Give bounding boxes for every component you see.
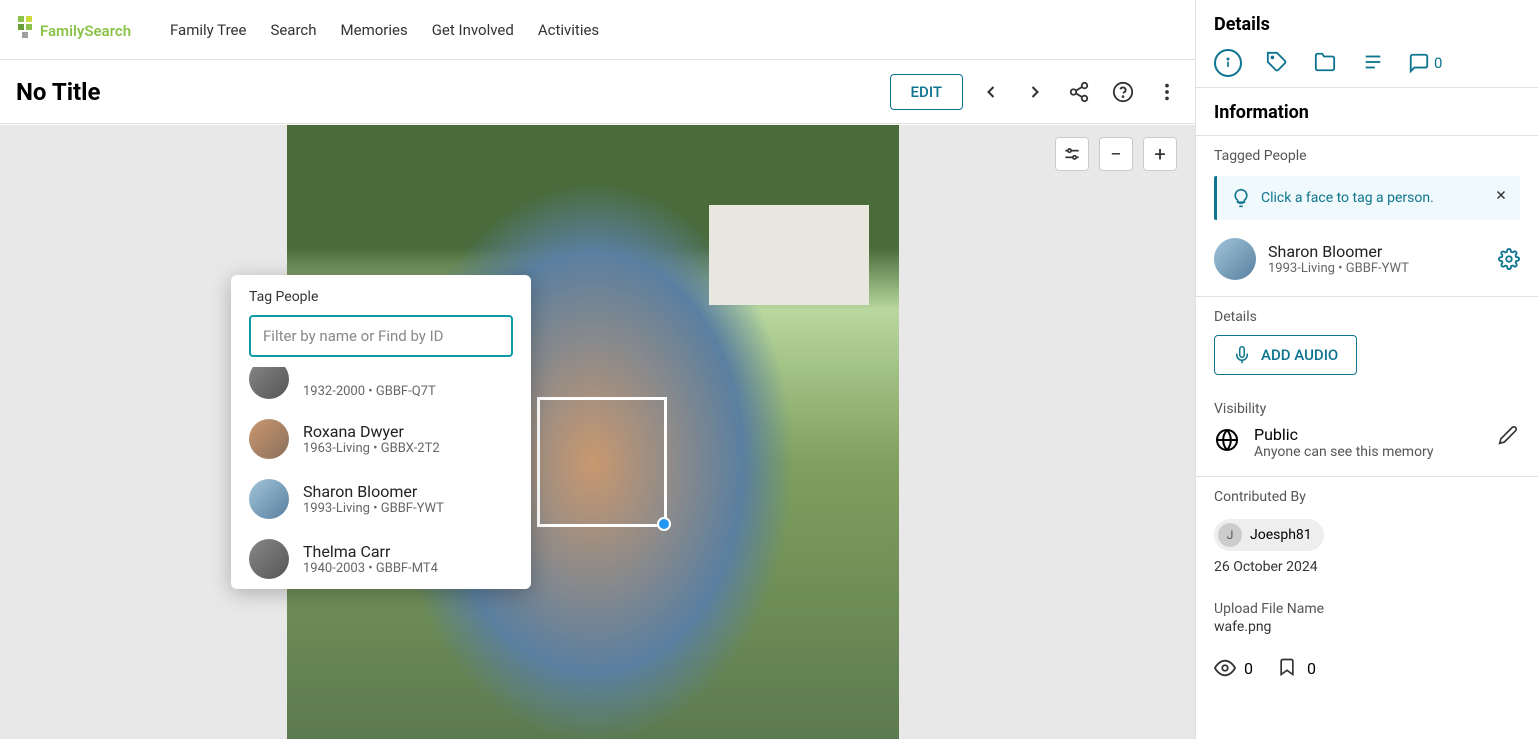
page-title: No Title: [16, 78, 874, 106]
eye-icon: [1214, 657, 1236, 679]
visibility-desc: Anyone can see this memory: [1254, 444, 1484, 460]
add-audio-button[interactable]: ADD AUDIO: [1214, 335, 1357, 375]
tab-comments[interactable]: 0: [1408, 49, 1442, 77]
person-name: Sharon Bloomer: [303, 482, 444, 501]
tab-tag-icon[interactable]: [1264, 49, 1290, 75]
tagged-person-name: Sharon Bloomer: [1268, 242, 1486, 261]
tagged-person-row[interactable]: Sharon Bloomer 1993-Living • GBBF-YWT: [1196, 228, 1538, 297]
person-avatar: [249, 367, 289, 399]
tag-popup-title: Tag People: [231, 289, 531, 315]
face-tag-box[interactable]: [537, 397, 667, 527]
nav-family-tree[interactable]: Family Tree: [170, 21, 246, 39]
pencil-icon[interactable]: [1498, 425, 1520, 447]
contributor-chip[interactable]: J Joesph81: [1214, 519, 1324, 551]
contributed-by-label: Contributed By: [1196, 477, 1538, 509]
nav-memories[interactable]: Memories: [341, 21, 408, 39]
lightbulb-icon: [1231, 188, 1251, 208]
nav-get-involved[interactable]: Get Involved: [432, 21, 514, 39]
details-section-label: Details: [1196, 297, 1538, 329]
prev-arrow-icon[interactable]: [979, 80, 1003, 104]
image-canvas[interactable]: − + Tag People 1932-2000 • GBBF-Q7T Roxa…: [0, 125, 1195, 739]
details-panel: Details 0 Information Tagged People Clic…: [1195, 0, 1538, 739]
nav-activities[interactable]: Activities: [538, 21, 599, 39]
person-name: Roxana Dwyer: [303, 422, 440, 441]
person-avatar: [249, 479, 289, 519]
microphone-icon: [1233, 346, 1251, 364]
contributor-name: Joesph81: [1250, 527, 1312, 543]
person-avatar: [249, 419, 289, 459]
bookmark-count: 0: [1307, 659, 1316, 678]
tab-info-icon[interactable]: [1214, 49, 1242, 77]
memory-toolbar: No Title EDIT: [0, 60, 1195, 124]
face-resize-handle[interactable]: [657, 517, 671, 531]
person-name: Thelma Carr: [303, 542, 438, 561]
zoom-in-icon[interactable]: +: [1143, 137, 1177, 171]
person-meta: 1993-Living • GBBF-YWT: [303, 501, 444, 516]
tagged-people-label: Tagged People: [1196, 136, 1538, 168]
zoom-controls: − +: [1055, 137, 1177, 171]
tag-tip-banner: Click a face to tag a person.: [1214, 176, 1520, 220]
person-meta: 1940-2003 • GBBF-MT4: [303, 561, 438, 576]
tag-people-popup: Tag People 1932-2000 • GBBF-Q7T Roxana D…: [231, 275, 531, 589]
comments-count: 0: [1434, 54, 1442, 72]
stats-row: 0 0: [1196, 643, 1538, 693]
contributor-avatar: J: [1218, 523, 1242, 547]
details-tabs: 0: [1196, 45, 1538, 88]
adjust-icon[interactable]: [1055, 137, 1089, 171]
tag-suggestion-list[interactable]: 1932-2000 • GBBF-Q7T Roxana Dwyer 1963-L…: [231, 367, 531, 589]
gear-icon[interactable]: [1498, 248, 1520, 270]
upload-filename: wafe.png: [1214, 619, 1520, 635]
visibility-value: Public: [1254, 425, 1484, 444]
person-avatar: [249, 539, 289, 579]
nav-search[interactable]: Search: [270, 21, 316, 39]
view-count: 0: [1244, 659, 1253, 678]
contribution-date: 26 October 2024: [1214, 559, 1520, 575]
person-meta: 1963-Living • GBBX-2T2: [303, 441, 440, 456]
globe-icon: [1214, 427, 1240, 453]
tag-suggestion-item[interactable]: Roxana Dwyer 1963-Living • GBBX-2T2: [231, 409, 531, 469]
tag-suggestion-item[interactable]: 1932-2000 • GBBF-Q7T: [231, 373, 531, 409]
tag-filter-input[interactable]: [249, 315, 513, 357]
visibility-row: Public Anyone can see this memory: [1196, 421, 1538, 477]
more-vert-icon[interactable]: [1155, 80, 1179, 104]
familysearch-logo[interactable]: FamilySearch: [16, 14, 146, 46]
tab-folder-icon[interactable]: [1312, 49, 1338, 75]
nav-links: Family Tree Search Memories Get Involved…: [170, 21, 1210, 39]
help-circle-icon[interactable]: [1111, 80, 1135, 104]
upload-filename-label: Upload File Name: [1214, 593, 1520, 617]
share-icon[interactable]: [1067, 80, 1091, 104]
next-arrow-icon[interactable]: [1023, 80, 1047, 104]
tip-text: Click a face to tag a person.: [1261, 190, 1434, 206]
tab-topics-icon[interactable]: [1360, 49, 1386, 75]
bookmark-icon: [1277, 657, 1299, 679]
tagged-person-meta: 1993-Living • GBBF-YWT: [1268, 261, 1486, 276]
information-title: Information: [1196, 88, 1538, 136]
details-header: Details: [1196, 0, 1538, 45]
svg-text:FamilySearch: FamilySearch: [40, 22, 131, 40]
tagged-person-avatar: [1214, 238, 1256, 280]
tag-suggestion-item[interactable]: Thelma Carr 1940-2003 • GBBF-MT4: [231, 529, 531, 589]
zoom-out-icon[interactable]: −: [1099, 137, 1133, 171]
visibility-label: Visibility: [1196, 389, 1538, 421]
edit-button[interactable]: EDIT: [890, 74, 963, 110]
close-tip-icon[interactable]: [1492, 186, 1510, 204]
person-meta: 1932-2000 • GBBF-Q7T: [303, 384, 436, 399]
tag-suggestion-item[interactable]: Sharon Bloomer 1993-Living • GBBF-YWT: [231, 469, 531, 529]
